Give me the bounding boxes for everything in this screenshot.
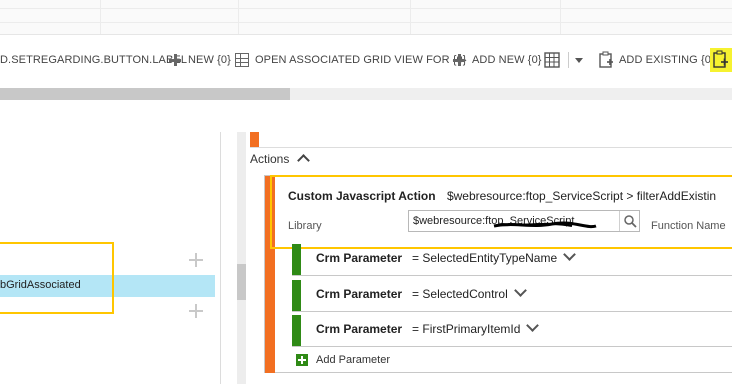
add-plus-icon[interactable] xyxy=(189,304,203,318)
add-plus-icon xyxy=(296,354,308,366)
vertical-scroll-thumb[interactable] xyxy=(237,264,246,300)
param-value: = SelectedControl xyxy=(412,287,508,301)
add-new-button[interactable]: ADD NEW {0} xyxy=(452,50,542,70)
open-associated-grid-button[interactable]: OPEN ASSOCIATED GRID VIEW FOR {0} xyxy=(235,50,467,70)
plus-icon xyxy=(168,53,182,67)
plus-icon xyxy=(452,53,466,67)
grid-view-icon xyxy=(235,53,249,67)
chevron-up-icon[interactable] xyxy=(296,154,310,167)
grid-icon xyxy=(544,52,560,68)
add-plus-icon[interactable] xyxy=(189,253,203,267)
param-value: = SelectedEntityTypeName xyxy=(412,251,558,265)
chevron-down-icon[interactable] xyxy=(563,248,576,261)
add-parameter-button[interactable]: Add Parameter xyxy=(296,352,390,368)
vertical-scrollbar[interactable] xyxy=(237,132,246,384)
add-parameter-label: Add Parameter xyxy=(316,354,390,366)
add-existing-icon xyxy=(599,51,613,68)
crm-parameter-row[interactable]: Crm Parameter = FirstPrimaryItemId xyxy=(292,315,732,347)
actions-title: Actions xyxy=(250,152,290,166)
param-label: Crm Parameter xyxy=(316,251,403,265)
crm-parameter-row[interactable]: Crm Parameter = SelectedControl xyxy=(292,280,732,312)
add-existing-highlighted-icon xyxy=(713,50,728,68)
ribbon-separator xyxy=(568,52,569,68)
add-existing-label: ADD EXISTING {0} xyxy=(619,54,715,66)
new-button[interactable]: NEW {0} xyxy=(168,50,231,70)
highlight-box-left xyxy=(0,242,114,314)
chevron-down-icon[interactable] xyxy=(513,284,527,297)
panel-divider xyxy=(220,132,221,384)
highlight-box-action xyxy=(270,175,732,249)
horizontal-scroll-thumb[interactable] xyxy=(0,88,290,100)
view-selector-button[interactable] xyxy=(544,50,583,70)
param-label: Crm Parameter xyxy=(316,287,403,301)
crm-parameter-row[interactable]: Crm Parameter = SelectedEntityTypeName xyxy=(292,244,732,276)
param-value: = FirstPrimaryItemId xyxy=(412,322,521,336)
set-regarding-label: D.SETREGARDING.BUTTON.LABEL xyxy=(0,54,188,66)
chevron-down-icon[interactable] xyxy=(526,319,540,332)
open-associated-label: OPEN ASSOCIATED GRID VIEW FOR {0} xyxy=(255,54,467,66)
dropdown-arrow-icon[interactable] xyxy=(575,57,583,63)
actions-header[interactable]: Actions xyxy=(250,152,310,167)
set-regarding-button[interactable]: D.SETREGARDING.BUTTON.LABEL xyxy=(0,50,187,70)
add-new-label: ADD NEW {0} xyxy=(472,54,542,66)
previous-section xyxy=(250,132,732,148)
top-grid-strip xyxy=(0,0,732,35)
add-existing-button[interactable]: ADD EXISTING {0} xyxy=(598,50,715,70)
custom-button-highlight[interactable] xyxy=(710,48,732,72)
new-label: NEW {0} xyxy=(188,54,231,66)
param-label: Crm Parameter xyxy=(316,322,403,336)
